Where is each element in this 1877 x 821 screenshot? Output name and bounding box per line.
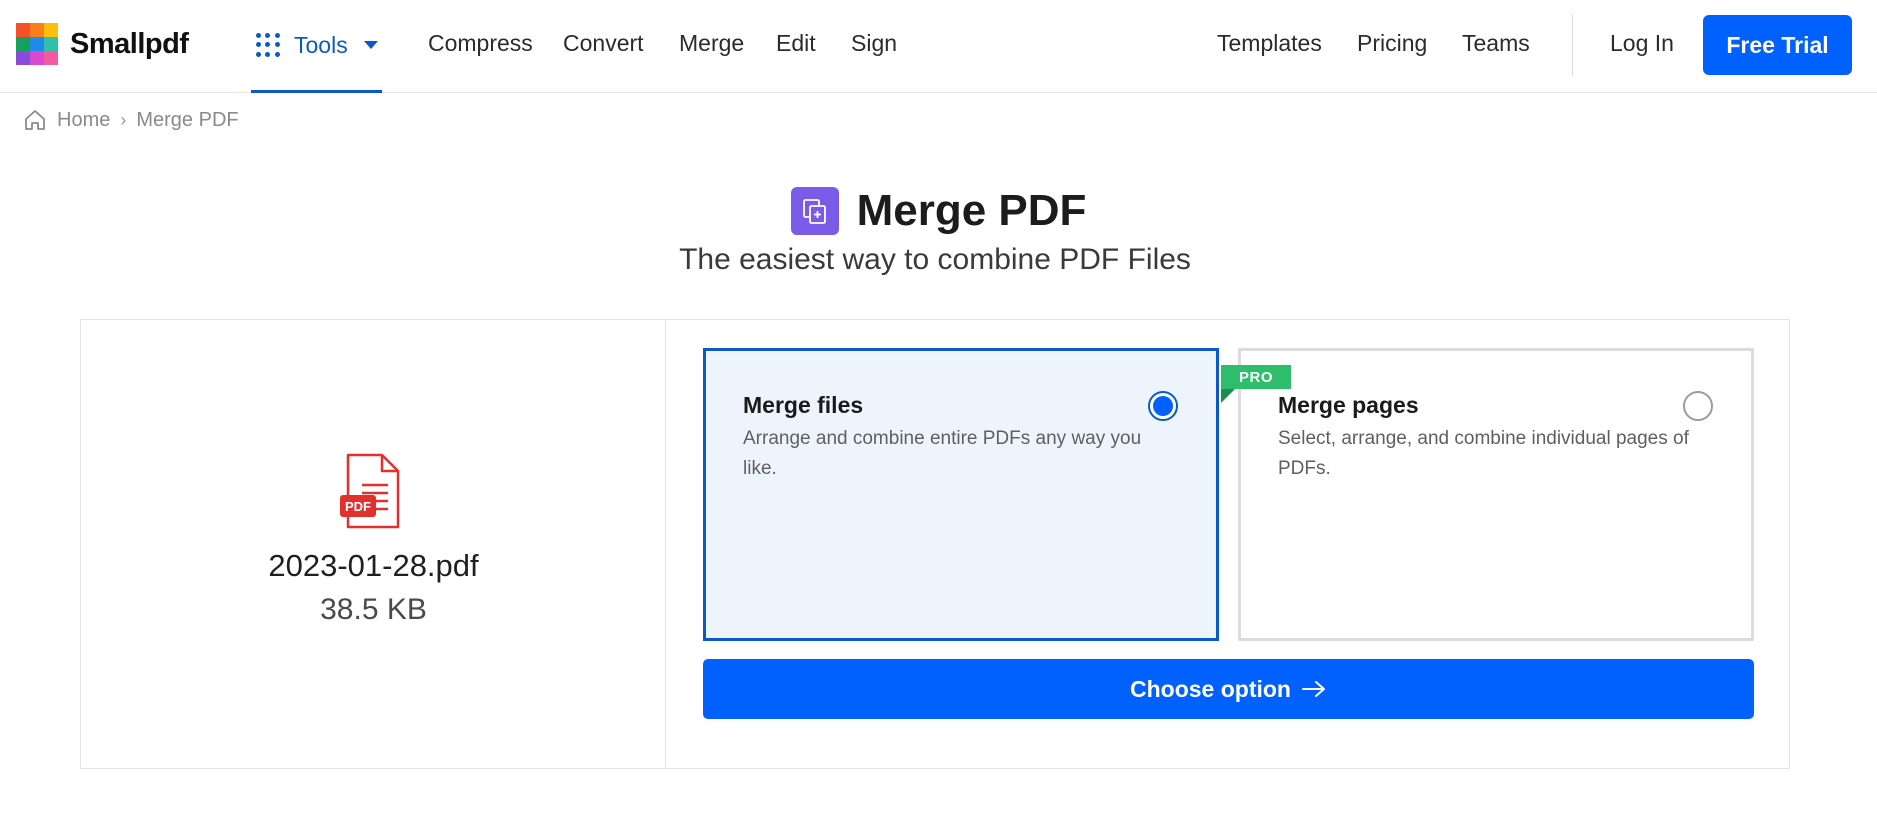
breadcrumb-home[interactable]: Home: [57, 109, 110, 132]
file-size: 38.5 KB: [320, 593, 427, 626]
choose-option-label: Choose option: [1130, 675, 1291, 702]
page-subtitle: The easiest way to combine PDF Files: [679, 243, 1191, 276]
pdf-file-icon: PDF: [340, 453, 400, 529]
option-description: Arrange and combine entire PDFs any way …: [743, 428, 1142, 479]
logo-text: Smallpdf: [70, 27, 189, 60]
merge-pages-radio[interactable]: [1683, 391, 1713, 421]
option-merge-files[interactable]: Merge files Arrange and combine entire P…: [703, 348, 1219, 641]
option-title: Merge pages: [1278, 392, 1419, 418]
page-title: Merge PDF: [856, 186, 1087, 235]
nav-edit[interactable]: Edit: [776, 30, 816, 57]
option-title: Merge files: [743, 392, 864, 418]
nav-templates[interactable]: Templates: [1217, 30, 1322, 57]
login-link[interactable]: Log In: [1610, 30, 1674, 57]
smallpdf-logo-icon: [16, 23, 58, 65]
option-description: Select, arrange, and combine individual …: [1278, 428, 1689, 479]
pro-badge-fold: [1221, 389, 1235, 403]
breadcrumb: Home › Merge PDF: [23, 108, 239, 132]
nav-compress[interactable]: Compress: [428, 30, 533, 57]
breadcrumb-current: Merge PDF: [136, 108, 239, 131]
nav-merge[interactable]: Merge: [679, 30, 744, 57]
nav-teams[interactable]: Teams: [1462, 30, 1530, 57]
tools-label: Tools: [294, 31, 348, 58]
nav-sign[interactable]: Sign: [851, 30, 897, 57]
merge-card: PDF 2023-01-28.pdf 38.5 KB Merge files A…: [80, 319, 1790, 769]
merge-icon: [790, 187, 839, 235]
pdf-badge-text: PDF: [345, 499, 371, 514]
top-nav: Smallpdf Tools Compress Convert Merge Ed…: [0, 0, 1877, 93]
nav-convert[interactable]: Convert: [563, 30, 644, 57]
grid-dots-icon: [256, 33, 280, 57]
logo[interactable]: Smallpdf: [16, 23, 189, 65]
caret-down-icon: [363, 41, 378, 49]
pro-badge: PRO: [1221, 365, 1291, 389]
tools-menu[interactable]: Tools: [251, 0, 382, 93]
nav-pricing[interactable]: Pricing: [1357, 30, 1427, 57]
choose-option-button[interactable]: Choose option: [703, 659, 1754, 719]
page-heading: Merge PDF: [0, 186, 1877, 236]
home-icon: [25, 110, 45, 130]
option-merge-pages[interactable]: Merge pages Select, arrange, and combine…: [1238, 348, 1754, 641]
file-preview-panel: PDF 2023-01-28.pdf 38.5 KB: [81, 320, 666, 768]
breadcrumb-separator: ›: [120, 109, 127, 130]
arrow-right-icon: [1301, 681, 1325, 697]
nav-divider: [1572, 14, 1573, 76]
free-trial-button[interactable]: Free Trial: [1703, 15, 1852, 75]
file-name: 2023-01-28.pdf: [268, 548, 479, 583]
merge-files-radio[interactable]: [1148, 391, 1178, 421]
